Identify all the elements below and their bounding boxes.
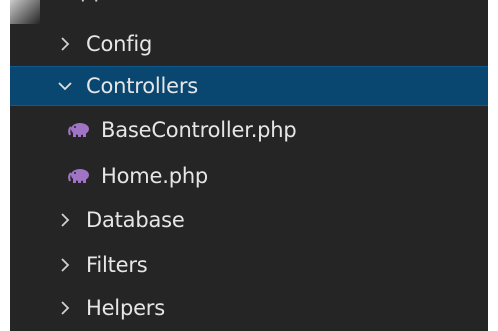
tree-item-label: Config [86, 32, 153, 56]
tree-item-basecontroller-php[interactable]: BaseController.php [10, 110, 488, 150]
tree-item-home-php[interactable]: Home.php [10, 156, 488, 196]
tree-item-config[interactable]: Config [10, 24, 488, 64]
tree-item-controllers[interactable]: Controllers [10, 66, 488, 106]
tree-item-label: Controllers [86, 74, 199, 98]
chevron-right-icon [56, 35, 74, 53]
tree-item-label: BaseController.php [101, 118, 297, 142]
tree-item-label: Filters [86, 253, 148, 277]
tree-item-database[interactable]: Database [10, 200, 488, 240]
php-elephant-icon [67, 167, 93, 185]
tree-item-filters[interactable]: Filters [10, 245, 488, 285]
chevron-right-icon [56, 211, 74, 229]
tree-item-label: Database [86, 208, 185, 232]
chevron-right-icon [56, 299, 74, 317]
tree-item-label: Home.php [101, 164, 209, 188]
chevron-down-icon [56, 77, 74, 95]
file-explorer-panel: pp Config Controllers [10, 0, 488, 331]
file-tree: Config Controllers BaseController.php Ho… [10, 0, 488, 331]
tree-item-helpers[interactable]: Helpers [10, 288, 488, 328]
php-elephant-icon [67, 121, 93, 139]
tree-item-label: Helpers [86, 296, 165, 320]
chevron-right-icon [56, 256, 74, 274]
